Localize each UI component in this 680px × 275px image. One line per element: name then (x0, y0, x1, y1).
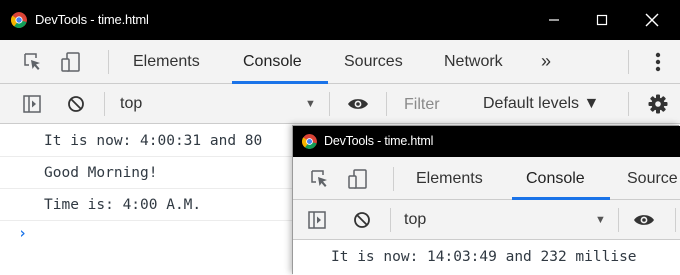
clear-console-icon[interactable] (66, 94, 86, 114)
console-message: It is now: 14:03:49 and 232 millise (293, 241, 680, 273)
console-toolbar: top ▼ Filter Default levels ▼ (0, 84, 680, 124)
sidebar-toggle-icon[interactable] (307, 210, 327, 230)
devtools-window-front: DevTools - time.html Elements Console So… (293, 126, 680, 275)
inspect-icon[interactable] (22, 52, 44, 72)
toolbar-separator (104, 92, 105, 116)
console-output: It is now: 14:03:49 and 232 millise (293, 241, 680, 275)
tab-elements[interactable]: Elements (133, 53, 200, 71)
filter-input[interactable]: Filter (404, 96, 440, 114)
close-icon[interactable] (629, 0, 675, 40)
window-title: DevTools - time.html (35, 12, 149, 27)
more-tabs-button[interactable]: » (541, 51, 551, 72)
title-bar[interactable]: DevTools - time.html (0, 0, 680, 40)
console-message-text: Time is: 4:00 A.M. (44, 197, 202, 213)
tab-separator (393, 167, 394, 191)
tab-sources[interactable]: Source (627, 170, 678, 188)
panel-tab-bar: Elements Console Sources Network » (0, 40, 680, 84)
sidebar-toggle-icon[interactable] (22, 94, 42, 114)
toolbar-separator (390, 208, 391, 232)
toolbar-separator (329, 92, 330, 116)
log-levels-dropdown[interactable]: Default levels ▼ (483, 95, 599, 113)
context-dropdown-icon[interactable]: ▼ (305, 98, 316, 110)
device-toggle-icon[interactable] (347, 168, 369, 190)
tab-console[interactable]: Console (243, 53, 302, 71)
toolbar-separator (628, 92, 629, 116)
toolbar-separator (675, 208, 676, 232)
toolbar-separator (386, 92, 387, 116)
minimize-icon[interactable] (531, 0, 577, 40)
console-message-text: It is now: 14:03:49 and 232 millise (331, 249, 637, 265)
panel-tab-bar: Elements Console Source (293, 157, 680, 200)
tab-network[interactable]: Network (444, 53, 503, 71)
tab-console[interactable]: Console (526, 170, 585, 188)
clear-console-icon[interactable] (352, 210, 372, 230)
chrome-icon (302, 134, 317, 149)
inspect-icon[interactable] (309, 169, 331, 189)
eye-icon[interactable] (632, 210, 656, 230)
console-message-text: Good Morning! (44, 165, 158, 181)
more-options-icon[interactable] (648, 51, 668, 73)
context-selector[interactable]: top (404, 211, 426, 229)
settings-gear-icon[interactable] (647, 93, 669, 115)
device-toggle-icon[interactable] (60, 51, 82, 73)
tab-elements[interactable]: Elements (416, 170, 483, 188)
eye-icon[interactable] (346, 94, 370, 114)
toolbar-separator (618, 208, 619, 232)
console-prompt[interactable]: › (18, 224, 27, 242)
console-toolbar: top ▼ (293, 200, 680, 240)
console-message-text: It is now: 4:00:31 and 80 (44, 133, 263, 149)
tab-separator (628, 50, 629, 74)
context-dropdown-icon[interactable]: ▼ (595, 214, 606, 226)
title-bar[interactable]: DevTools - time.html (293, 126, 680, 157)
tab-separator (108, 50, 109, 74)
tab-sources[interactable]: Sources (344, 53, 403, 71)
window-title: DevTools - time.html (324, 134, 434, 148)
maximize-icon[interactable] (579, 0, 625, 40)
context-selector[interactable]: top (120, 95, 142, 113)
chrome-icon (11, 12, 27, 28)
